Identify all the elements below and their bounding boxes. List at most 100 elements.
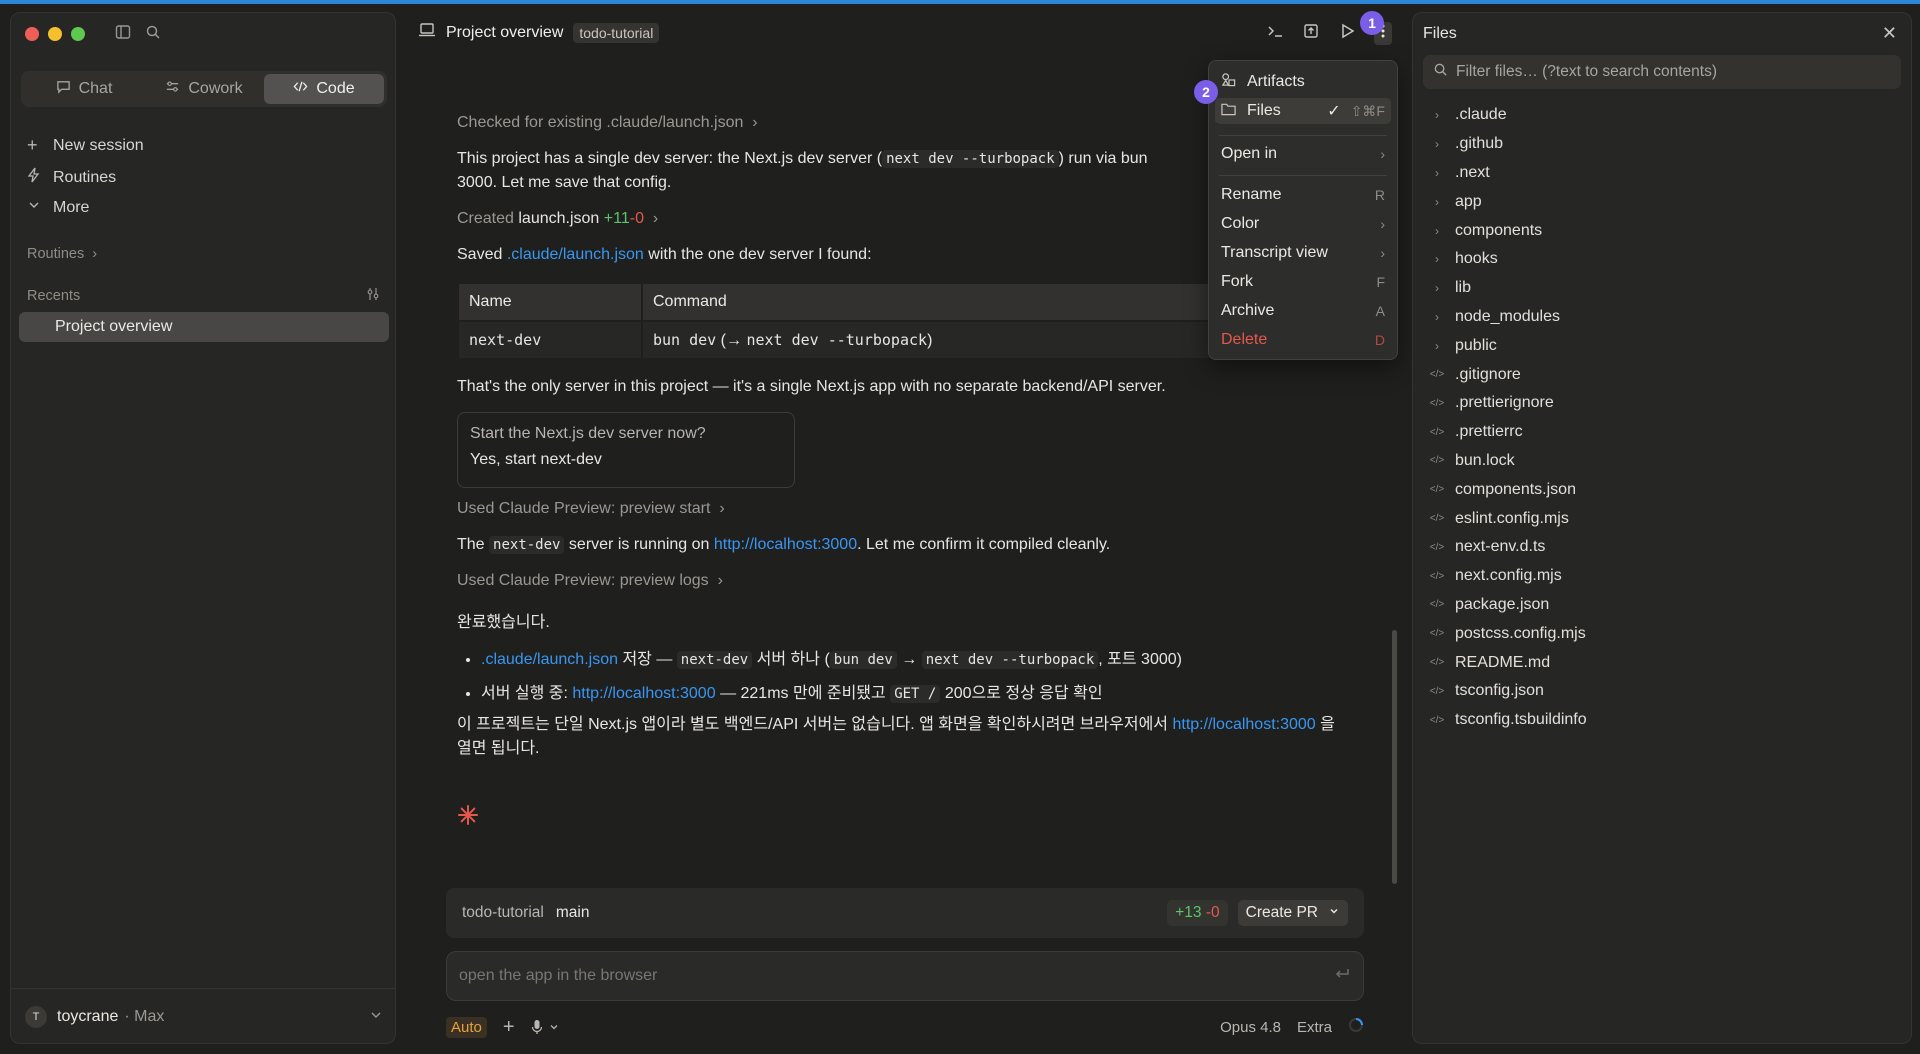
files-panel: Files ✕ › .claude › .github › .next › app › compo… xyxy=(1412,12,1912,1044)
artifacts-label: Artifacts xyxy=(1247,73,1305,90)
file-tree-file[interactable]: </> eslint.config.mjs xyxy=(1429,504,1899,533)
close-window-button[interactable] xyxy=(25,27,39,41)
file-tree-folder[interactable]: › public xyxy=(1429,331,1899,360)
file-tree-file[interactable]: </> next-env.d.ts xyxy=(1429,533,1899,562)
file-filter-box xyxy=(1423,55,1901,89)
file-tree-file[interactable]: </> README.md xyxy=(1429,648,1899,677)
b1-link[interactable]: .claude/launch.json xyxy=(481,651,618,668)
b1-c: , 포트 3000) xyxy=(1098,651,1182,668)
tool-call-preview-start[interactable]: Used Claude Preview: preview start › xyxy=(457,500,725,518)
tab-chat[interactable]: Chat xyxy=(24,74,144,104)
chevron-down-icon[interactable] xyxy=(1328,904,1340,922)
file-tree-file[interactable]: </> bun.lock xyxy=(1429,447,1899,476)
prompt-input[interactable] xyxy=(459,967,1333,985)
list-item: 서버 실행 중: http://localhost:3000 — 221ms 만… xyxy=(481,679,1182,703)
play-icon[interactable] xyxy=(1338,22,1356,45)
step-badge-1: 1 xyxy=(1360,11,1384,35)
effort-selector[interactable]: Extra xyxy=(1297,1019,1332,1036)
code-p1: next dev --turbopack xyxy=(882,150,1059,168)
file-tree-label: postcss.config.mjs xyxy=(1455,624,1586,642)
artifacts-icon xyxy=(1221,72,1247,92)
file-tree-file[interactable]: </> postcss.config.mjs xyxy=(1429,619,1899,648)
code-file-icon: </> xyxy=(1429,397,1445,409)
file-tree-file[interactable]: </> .prettierrc xyxy=(1429,418,1899,447)
tab-chat-label: Chat xyxy=(78,80,113,97)
file-tree-folder[interactable]: › .claude xyxy=(1429,101,1899,130)
menu-item-fork[interactable]: Fork F xyxy=(1209,269,1397,295)
b2-link[interactable]: http://localhost:3000 xyxy=(572,685,715,702)
file-tree-file[interactable]: </> package.json xyxy=(1429,591,1899,620)
terminal-icon[interactable] xyxy=(1266,22,1284,45)
code-file-icon: </> xyxy=(1429,570,1445,582)
plus-icon: + xyxy=(27,135,38,155)
plus-icon[interactable]: + xyxy=(503,1016,515,1039)
b2-a: 서버 실행 중: xyxy=(481,685,568,702)
file-filter-input[interactable] xyxy=(1456,63,1891,81)
zoom-window-button[interactable] xyxy=(71,27,85,41)
file-tree-folder[interactable]: › components xyxy=(1429,216,1899,245)
text-p1b: ) run via bun xyxy=(1058,150,1148,167)
file-tree-folder[interactable]: › .github xyxy=(1429,130,1899,159)
cmd-arrow: (→ xyxy=(716,331,747,349)
chat-scrollbar[interactable] xyxy=(1392,630,1397,884)
code-file-icon: </> xyxy=(1429,513,1445,525)
export-icon[interactable] xyxy=(1302,22,1320,45)
final-link[interactable]: http://localhost:3000 xyxy=(1172,716,1315,733)
microphone-icon[interactable] xyxy=(531,1019,559,1035)
routines-button[interactable]: Routines xyxy=(27,167,116,188)
tab-cowork[interactable]: Cowork xyxy=(144,74,264,104)
file-tree-folder[interactable]: › lib xyxy=(1429,274,1899,303)
file-tree-file[interactable]: </> tsconfig.json xyxy=(1429,677,1899,706)
sidebar-toggle-icon[interactable] xyxy=(115,24,131,45)
window-controls xyxy=(25,27,85,41)
file-tree-file[interactable]: </> .prettierignore xyxy=(1429,389,1899,418)
file-tree-file[interactable]: </> tsconfig.tsbuildinfo xyxy=(1429,706,1899,735)
more-button[interactable]: More xyxy=(27,198,89,217)
new-session-button[interactable]: + New session xyxy=(27,135,144,156)
running-c: . Let me confirm it compiled cleanly. xyxy=(857,536,1111,553)
file-tree-file[interactable]: </> next.config.mjs xyxy=(1429,562,1899,591)
tool-call-checked[interactable]: Checked for existing .claude/launch.json… xyxy=(457,114,758,132)
diff-additions: +13 xyxy=(1175,904,1202,921)
menu-item-rename[interactable]: Rename R xyxy=(1209,182,1397,208)
chevron-right-icon: › xyxy=(1435,252,1439,267)
file-tree-folder[interactable]: › .next xyxy=(1429,159,1899,188)
mode-auto-button[interactable]: Auto xyxy=(446,1016,487,1038)
file-tree-label: tsconfig.json xyxy=(1455,682,1544,700)
file-tree-label: package.json xyxy=(1455,595,1550,613)
minimize-window-button[interactable] xyxy=(48,27,62,41)
running-link[interactable]: http://localhost:3000 xyxy=(714,536,857,553)
menu-item-archive[interactable]: Archive A xyxy=(1209,298,1397,324)
menu-item-transcript-view[interactable]: Transcript view › xyxy=(1209,240,1397,266)
user-account-row[interactable]: T toycrane · Max xyxy=(25,1003,383,1031)
branch-name[interactable]: main xyxy=(556,904,590,922)
done-text: 완료했습니다. xyxy=(457,614,550,631)
file-tree-label: next-env.d.ts xyxy=(1455,538,1546,556)
menu-item-files[interactable]: Files ✓ ⇧⌘F xyxy=(1215,98,1391,124)
file-tree-file[interactable]: </> .gitignore xyxy=(1429,360,1899,389)
recent-item-project-overview[interactable]: Project overview xyxy=(19,312,389,342)
menu-item-artifacts[interactable]: Artifacts xyxy=(1209,69,1397,95)
filter-sliders-icon[interactable] xyxy=(365,286,381,306)
menu-item-delete[interactable]: Delete D xyxy=(1209,327,1397,353)
menu-item-open-in[interactable]: Open in › xyxy=(1209,141,1397,167)
file-tree-file[interactable]: </> components.json xyxy=(1429,475,1899,504)
saved-suffix: with the one dev server I found: xyxy=(648,246,872,263)
tool-call-preview-logs[interactable]: Used Claude Preview: preview logs › xyxy=(457,572,723,590)
tool-call-created[interactable]: Created launch.json +11-0 › xyxy=(457,210,658,228)
return-icon[interactable] xyxy=(1333,966,1351,987)
close-icon[interactable]: ✕ xyxy=(1882,23,1897,44)
routines-section[interactable]: Routines › xyxy=(27,246,97,262)
model-selector[interactable]: Opus 4.8 xyxy=(1220,1019,1281,1036)
file-tree-folder[interactable]: › node_modules xyxy=(1429,303,1899,332)
create-pr-button[interactable]: Create PR xyxy=(1237,900,1348,926)
composer-toolbar: Auto + Opus 4.8 Extra xyxy=(446,1012,1364,1042)
file-tree-folder[interactable]: › hooks xyxy=(1429,245,1899,274)
menu-item-color[interactable]: Color › xyxy=(1209,211,1397,237)
saved-link[interactable]: .claude/launch.json xyxy=(507,246,644,263)
page-title[interactable]: Project overview xyxy=(446,24,563,42)
tab-code[interactable]: Code xyxy=(264,74,384,104)
search-icon[interactable] xyxy=(145,24,161,45)
diff-stats[interactable]: +13 -0 xyxy=(1167,900,1228,926)
file-tree-folder[interactable]: › app xyxy=(1429,187,1899,216)
